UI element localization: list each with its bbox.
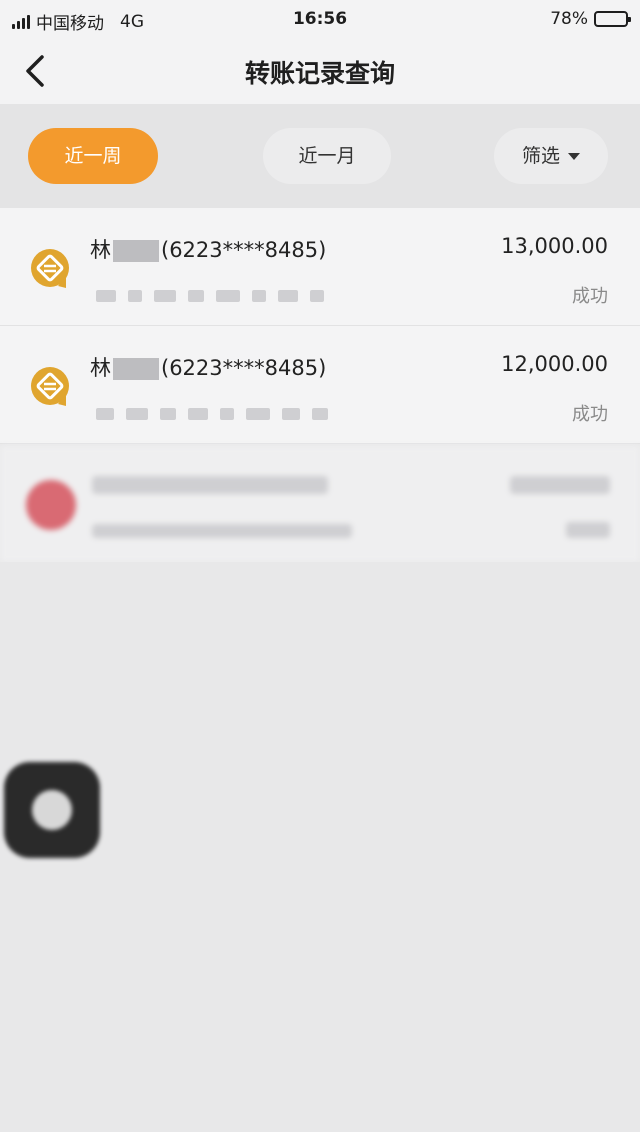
payee-name-prefix: 林 [90, 238, 111, 262]
blurred-record-row [0, 446, 640, 562]
filter-week-label: 近一周 [64, 145, 122, 167]
page-title: 转账记录查询 [244, 59, 395, 88]
payee-name: 林 (6223****8485) [90, 352, 326, 382]
status-right: 78% [550, 9, 631, 29]
status-time: 16:56 [292, 9, 348, 29]
transfer-status: 成功 [572, 404, 608, 425]
transfer-status: 成功 [572, 286, 608, 307]
assistive-touch-button[interactable] [4, 762, 100, 858]
filter-month-button[interactable]: 近一月 [263, 128, 391, 184]
status-bar: 中国移动 4G 16:56 78% [0, 0, 640, 40]
payee-account: (6223****8485) [161, 238, 327, 262]
filter-month-label: 近一月 [298, 145, 356, 167]
payee-account: (6223****8485) [161, 356, 327, 380]
payee-name-prefix: 林 [90, 356, 111, 380]
caret-down-icon [568, 153, 580, 160]
masked-details [96, 286, 356, 306]
filter-bar: 近一周 近一月 筛选 [0, 104, 640, 208]
masked-details [96, 404, 356, 424]
transfer-coin-icon [31, 249, 69, 288]
battery-icon [594, 11, 631, 27]
transfer-amount: 13,000.00 [501, 234, 608, 258]
nav-bar: 转账记录查询 [0, 40, 640, 104]
transfer-record-row[interactable]: 林 (6223****8485) 12,000.00 成功 [0, 326, 640, 444]
masked-name [113, 358, 159, 380]
blurred-record-icon [26, 480, 76, 530]
transfer-amount: 12,000.00 [501, 352, 608, 376]
transfer-record-row[interactable]: 林 (6223****8485) 13,000.00 成功 [0, 208, 640, 326]
filter-week-button[interactable]: 近一周 [28, 128, 158, 184]
filter-dropdown-button[interactable]: 筛选 [494, 128, 608, 184]
empty-area [0, 562, 640, 1132]
battery-percent: 78% [550, 9, 588, 29]
transfer-coin-icon [31, 367, 69, 406]
filter-dropdown-label: 筛选 [521, 145, 560, 167]
payee-name: 林 (6223****8485) [90, 234, 326, 264]
transfer-record-list: 林 (6223****8485) 13,000.00 成功 林 (6223****8… [0, 208, 640, 444]
masked-name [113, 240, 159, 262]
